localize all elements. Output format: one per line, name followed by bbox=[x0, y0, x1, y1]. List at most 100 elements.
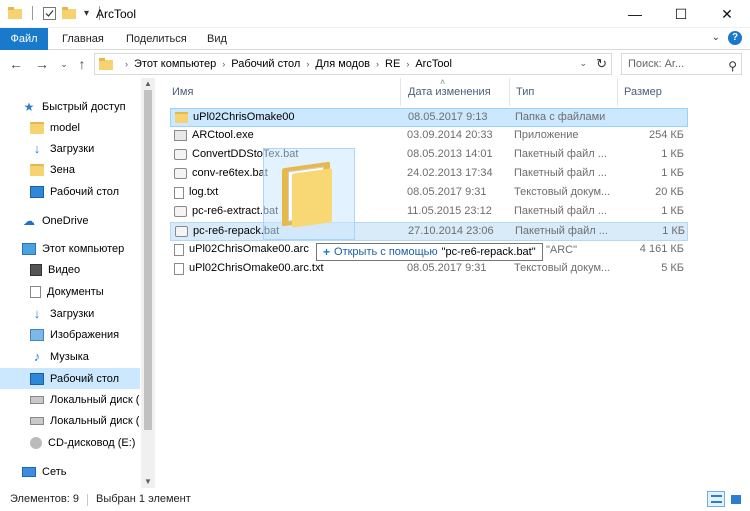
back-button[interactable]: ← bbox=[6, 54, 26, 74]
file-row[interactable]: ConvertDDStoTex.bat 08.05.2013 14:01 Пакет… bbox=[170, 146, 688, 165]
new-folder-icon[interactable] bbox=[62, 7, 76, 19]
file-row[interactable]: ARCtool.exe 03.09.2014 20:33 Приложение 254… bbox=[170, 127, 688, 146]
nav-item[interactable]: Локальный диск (D bbox=[0, 410, 140, 431]
nav-item[interactable]: CD-дисковод (E:) bbox=[0, 432, 140, 453]
expand-ribbon-icon[interactable]: ⌄ bbox=[712, 32, 720, 43]
nav-item-label: model bbox=[50, 121, 80, 134]
status-bar: Элементов: 9 Выбран 1 элемент bbox=[0, 488, 750, 511]
nav-item[interactable]: Зена bbox=[0, 159, 140, 180]
download-icon: ↓ bbox=[33, 140, 41, 156]
nav-item[interactable]: Локальный диск (C bbox=[0, 389, 140, 410]
nav-item[interactable]: Изображения bbox=[0, 324, 140, 345]
file-size: 254 КБ bbox=[648, 129, 684, 141]
file-type: Текстовый докум... bbox=[514, 262, 611, 274]
column-header-date[interactable]: Дата изменения bbox=[402, 78, 510, 106]
scroll-up-icon[interactable]: ▲ bbox=[141, 78, 155, 90]
desktop-icon bbox=[30, 185, 44, 198]
address-bar[interactable]: › Этот компьютер › Рабочий стол › Для мо… bbox=[94, 53, 612, 75]
file-icon bbox=[174, 243, 184, 256]
breadcrumb-item[interactable]: Этот компьютер bbox=[134, 58, 216, 70]
breadcrumb-item[interactable]: Для модов bbox=[315, 58, 370, 70]
up-button[interactable]: ↑ bbox=[72, 54, 92, 74]
file-name: conv-re6tex.bat bbox=[192, 167, 268, 179]
properties-icon[interactable] bbox=[43, 6, 56, 20]
column-header-size[interactable]: Размер bbox=[618, 78, 688, 106]
scrollbar-thumb[interactable] bbox=[144, 90, 152, 430]
scroll-down-icon[interactable]: ▼ bbox=[141, 476, 155, 488]
nav-item-label: Зена bbox=[50, 163, 75, 176]
details-view-icon bbox=[711, 495, 722, 503]
navigation-pane: ★ Быстрый доступ model ↓ Загрузки Зена Рабочий… bbox=[0, 78, 155, 488]
nav-item[interactable]: model bbox=[0, 117, 140, 138]
nav-item-label: OneDrive bbox=[42, 214, 89, 227]
nav-item-label: Загрузки bbox=[50, 142, 95, 155]
divider bbox=[32, 6, 33, 20]
divider bbox=[87, 494, 88, 506]
nav-item[interactable]: ☁ OneDrive bbox=[0, 210, 140, 231]
bat-icon bbox=[174, 168, 187, 179]
file-size bbox=[623, 109, 689, 126]
column-header-name[interactable]: Имя bbox=[166, 78, 401, 106]
file-name: uPl02ChrisOmake00.arc.txt bbox=[189, 262, 324, 274]
large-icons-view-button[interactable] bbox=[727, 491, 745, 507]
nav-item-label: Сеть bbox=[42, 465, 67, 478]
maximize-button[interactable]: ☐ bbox=[658, 0, 704, 28]
ribbon-tabs: Файл Главная Поделиться Вид ⌄ ? bbox=[0, 28, 750, 50]
nav-item-label: Локальный диск (C bbox=[50, 393, 140, 406]
column-header-type[interactable]: Тип bbox=[510, 78, 618, 106]
navigation-pane-scrollbar[interactable]: ▲ ▼ bbox=[141, 78, 155, 488]
details-view-button[interactable] bbox=[707, 491, 725, 507]
nav-item-label: Загрузки bbox=[50, 307, 95, 320]
recent-locations-icon[interactable]: ⌄ bbox=[54, 54, 74, 74]
help-icon[interactable]: ? bbox=[728, 31, 742, 45]
breadcrumb-item[interactable]: ArcTool bbox=[415, 58, 452, 70]
file-date: 03.09.2014 20:33 bbox=[407, 129, 493, 141]
network-icon bbox=[22, 466, 36, 477]
nav-item[interactable]: Сеть bbox=[0, 461, 140, 482]
chevron-right-icon: › bbox=[376, 59, 380, 69]
file-type: Папка с файлами bbox=[515, 111, 606, 123]
drag-action-verb: Открыть с помощью bbox=[334, 246, 438, 258]
minimize-button[interactable]: — bbox=[612, 0, 658, 28]
folder-icon bbox=[99, 58, 113, 70]
nav-item[interactable]: Рабочий стол bbox=[0, 181, 140, 202]
file-row[interactable]: pc-re6-extract.bat 11.05.2015 23:12 Пакетн… bbox=[170, 203, 688, 222]
drag-tooltip: + Открыть с помощью "pc-re6-repack.bat" bbox=[316, 243, 543, 261]
file-row[interactable]: log.txt 08.05.2017 9:31 Текстовый докум...… bbox=[170, 184, 688, 203]
file-name-cell: ARCtool.exe bbox=[174, 127, 400, 144]
file-name-cell: uPl02ChrisOmake00 bbox=[175, 109, 401, 126]
nav-item[interactable]: ↓ Загрузки bbox=[0, 303, 140, 324]
file-row[interactable]: pc-re6-repack.bat 27.10.2014 23:06 Пакетны… bbox=[170, 222, 688, 241]
customize-toolbar-icon[interactable]: ▾ bbox=[84, 8, 89, 19]
file-name: log.txt bbox=[189, 186, 219, 198]
nav-item[interactable]: ♪ Музыка bbox=[0, 346, 140, 367]
nav-item[interactable]: Рабочий стол bbox=[0, 368, 140, 389]
nav-item[interactable]: ★ Быстрый доступ bbox=[0, 96, 140, 117]
breadcrumb-item[interactable]: RE bbox=[385, 58, 400, 70]
close-button[interactable]: ✕ bbox=[704, 0, 750, 28]
tab-view[interactable]: Вид bbox=[207, 28, 227, 50]
file-row[interactable]: uPl02ChrisOmake00.arc.txt 08.05.2017 9:31… bbox=[170, 260, 688, 279]
nav-item-label: Документы bbox=[47, 285, 104, 298]
breadcrumb-item[interactable]: Рабочий стол bbox=[231, 58, 300, 70]
forward-button[interactable]: → bbox=[32, 54, 52, 74]
plus-icon: + bbox=[323, 245, 331, 259]
tab-home[interactable]: Главная bbox=[62, 28, 104, 50]
search-input[interactable]: Поиск: Ar... ⚲ bbox=[621, 53, 742, 75]
nav-item[interactable]: Видео bbox=[0, 259, 140, 280]
tab-share[interactable]: Поделиться bbox=[126, 28, 187, 50]
refresh-icon[interactable]: ↻ bbox=[596, 56, 607, 72]
file-date: 08.05.2017 9:31 bbox=[407, 186, 487, 198]
file-row[interactable]: conv-re6tex.bat 24.02.2013 17:34 Пакетный … bbox=[170, 165, 688, 184]
txt-icon bbox=[174, 262, 184, 275]
file-size: 1 КБ bbox=[661, 167, 684, 179]
file-size: 1 КБ bbox=[662, 225, 685, 237]
file-row[interactable]: uPl02ChrisOmake00 08.05.2017 9:13 Папка с … bbox=[170, 108, 688, 127]
nav-item[interactable]: Этот компьютер bbox=[0, 238, 140, 259]
selection-count: Выбран 1 элемент bbox=[96, 493, 191, 505]
address-history-icon[interactable]: ⌄ bbox=[579, 58, 587, 69]
nav-item[interactable]: ↓ Загрузки bbox=[0, 138, 140, 159]
tab-file[interactable]: Файл bbox=[0, 28, 48, 50]
arc-type-partial: "ARC" bbox=[546, 244, 578, 256]
nav-item[interactable]: Документы bbox=[0, 281, 140, 302]
